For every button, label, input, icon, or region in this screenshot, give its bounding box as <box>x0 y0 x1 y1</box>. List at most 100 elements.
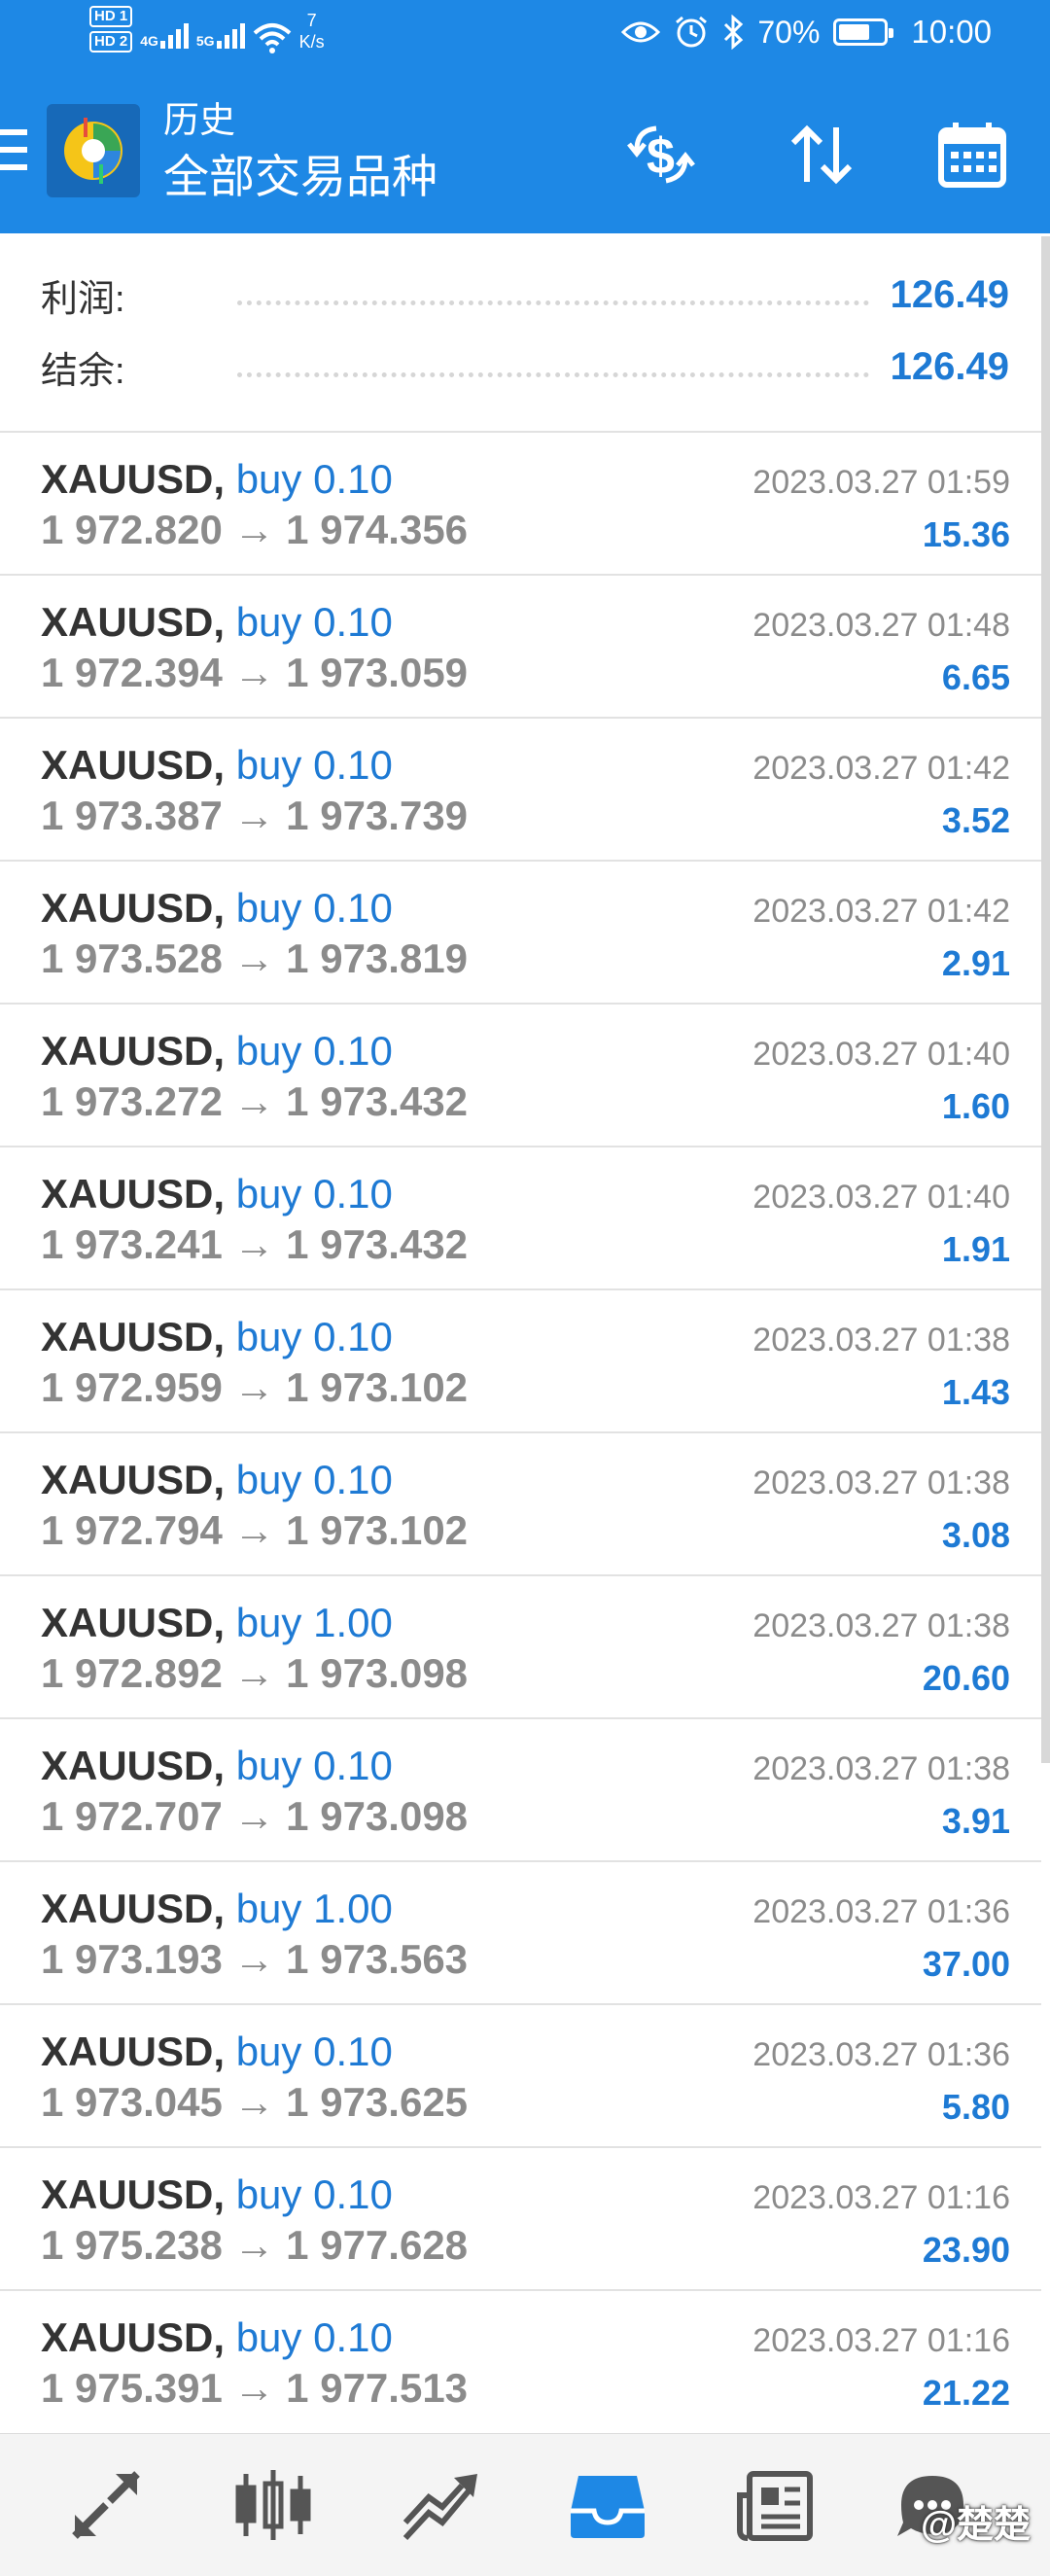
trade-prices: 1 973.045 → 1 973.625 <box>41 2079 469 2125</box>
trade-symbol: XAUUSD, <box>41 1028 226 1074</box>
sig1-label: 4G <box>140 33 158 49</box>
app-logo-graphic <box>64 118 122 184</box>
trade-symbol: XAUUSD, <box>41 2171 226 2217</box>
trade-row[interactable]: XAUUSD, buy 0.10 1 975.238 → 1 977.628 202… <box>0 2146 1041 2289</box>
trade-symbol-line: XAUUSD, buy 0.10 <box>41 1743 393 1789</box>
trade-profit: 3.52 <box>941 800 1010 840</box>
trade-row[interactable]: XAUUSD, buy 0.10 1 973.241 → 1 973.432 202… <box>0 1146 1041 1288</box>
trade-symbol-line: XAUUSD, buy 0.10 <box>41 885 393 932</box>
trade-symbol-line: XAUUSD, buy 0.10 <box>41 1314 393 1360</box>
status-right: 70% 10:00 <box>621 14 992 51</box>
trade-row[interactable]: XAUUSD, buy 0.10 1 972.820 → 1 974.356 202… <box>0 431 1041 574</box>
sort-icon[interactable] <box>783 116 860 194</box>
trade-side: buy 0.10 <box>235 885 393 931</box>
trade-side: buy 1.00 <box>235 1600 393 1645</box>
trade-row[interactable]: XAUUSD, buy 1.00 1 973.193 → 1 973.563 202… <box>0 1860 1041 2003</box>
trade-profit: 23.90 <box>922 2230 1010 2270</box>
summary-panel: 利润: 126.49 结余: 126.49 <box>0 233 1050 431</box>
trade-side: buy 0.10 <box>235 1028 393 1074</box>
bottom-nav: @楚楚 <box>0 2433 1050 2576</box>
balance-row: 结余: 126.49 <box>41 337 1009 396</box>
scrollbar[interactable] <box>1041 236 1050 1763</box>
hd-indicators: HD 1 HD 2 <box>89 6 133 53</box>
battery-percent: 70% <box>757 14 821 50</box>
page-title[interactable]: 全部交易品种 <box>163 147 438 207</box>
trade-profit: 3.91 <box>941 1801 1010 1841</box>
trade-date: 2023.03.27 01:38 <box>752 1750 1010 1787</box>
trade-row[interactable]: XAUUSD, buy 0.10 1 972.959 → 1 973.102 202… <box>0 1288 1041 1431</box>
trade-symbol-line: XAUUSD, buy 0.10 <box>41 2029 393 2075</box>
trade-date: 2023.03.27 01:40 <box>752 1036 1010 1073</box>
trade-symbol: XAUUSD, <box>41 2029 226 2074</box>
history-inbox-icon[interactable] <box>564 2461 651 2549</box>
trade-side: buy 0.10 <box>235 2314 393 2360</box>
trade-prices: 1 972.820 → 1 974.356 <box>41 507 469 552</box>
trade-prices: 1 973.387 → 1 973.739 <box>41 793 469 838</box>
trade-symbol: XAUUSD, <box>41 2314 226 2360</box>
title-block: 历史 全部交易品种 <box>163 98 438 207</box>
trade-symbol-line: XAUUSD, buy 0.10 <box>41 1171 393 1217</box>
calendar-icon[interactable] <box>933 116 1011 194</box>
trade-symbol-line: XAUUSD, buy 0.10 <box>41 742 393 789</box>
trade-date: 2023.03.27 01:48 <box>752 607 1010 644</box>
menu-icon[interactable] <box>0 129 27 170</box>
trade-side: buy 0.10 <box>235 599 393 645</box>
trade-date: 2023.03.27 01:16 <box>752 2322 1010 2359</box>
trade-row[interactable]: XAUUSD, buy 0.10 1 972.794 → 1 973.102 202… <box>0 1431 1041 1574</box>
trade-symbol: XAUUSD, <box>41 1600 226 1645</box>
balance-value: 126.49 <box>890 344 1009 388</box>
trade-symbol: XAUUSD, <box>41 1171 226 1217</box>
trade-symbol: XAUUSD, <box>41 885 226 931</box>
signal-bars-icon <box>216 19 245 49</box>
trade-side: buy 0.10 <box>235 456 393 502</box>
trade-date: 2023.03.27 01:59 <box>752 464 1010 501</box>
net-speed: 7 K/s <box>299 10 325 53</box>
dollar-refresh-icon[interactable]: $ <box>622 116 700 194</box>
trade-date: 2023.03.27 01:42 <box>752 750 1010 787</box>
trade-profit: 3.08 <box>941 1515 1010 1555</box>
trade-symbol-line: XAUUSD, buy 0.10 <box>41 599 393 646</box>
chart-candles-icon[interactable] <box>229 2461 317 2549</box>
trade-row[interactable]: XAUUSD, buy 0.10 1 972.707 → 1 973.098 202… <box>0 1717 1041 1860</box>
trade-profit: 37.00 <box>922 1944 1010 1984</box>
sig2-label: 5G <box>195 33 215 49</box>
trade-profit: 15.36 <box>922 514 1010 554</box>
signal-bars-icon <box>159 19 189 49</box>
trade-prices: 1 973.272 → 1 973.432 <box>41 1078 469 1124</box>
trade-row[interactable]: XAUUSD, buy 0.10 1 972.394 → 1 973.059 202… <box>0 574 1041 717</box>
trade-history-list: XAUUSD, buy 0.10 1 972.820 → 1 974.356 202… <box>0 431 1041 2432</box>
trade-icon[interactable] <box>397 2461 484 2549</box>
trade-profit: 1.91 <box>941 1229 1010 1269</box>
trade-row[interactable]: XAUUSD, buy 1.00 1 972.892 → 1 973.098 202… <box>0 1574 1041 1717</box>
trade-row[interactable]: XAUUSD, buy 0.10 1 973.528 → 1 973.819 202… <box>0 860 1041 1003</box>
dotted-leader <box>237 300 869 305</box>
trade-date: 2023.03.27 01:36 <box>752 1893 1010 1930</box>
quotes-icon[interactable] <box>62 2461 150 2549</box>
trade-side: buy 1.00 <box>235 1886 393 1931</box>
trade-row[interactable]: XAUUSD, buy 0.10 1 973.272 → 1 973.432 202… <box>0 1003 1041 1146</box>
trade-symbol-line: XAUUSD, buy 0.10 <box>41 2314 393 2361</box>
trade-side: buy 0.10 <box>235 742 393 788</box>
app-logo <box>47 104 140 197</box>
trade-symbol-line: XAUUSD, buy 1.00 <box>41 1600 393 1646</box>
trade-symbol: XAUUSD, <box>41 1457 226 1502</box>
speed-value: 7 <box>306 11 317 30</box>
trade-side: buy 0.10 <box>235 1171 393 1217</box>
trade-symbol: XAUUSD, <box>41 1314 226 1359</box>
trade-prices: 1 975.391 → 1 977.513 <box>41 2365 469 2411</box>
trade-prices: 1 973.528 → 1 973.819 <box>41 935 469 981</box>
trade-profit: 2.91 <box>941 943 1010 983</box>
trade-row[interactable]: XAUUSD, buy 0.10 1 973.045 → 1 973.625 202… <box>0 2003 1041 2146</box>
trade-row[interactable]: XAUUSD, buy 0.10 1 975.391 → 1 977.513 202… <box>0 2289 1041 2432</box>
trade-symbol: XAUUSD, <box>41 1886 226 1931</box>
trade-prices: 1 972.794 → 1 973.102 <box>41 1507 469 1553</box>
trade-prices: 1 973.241 → 1 973.432 <box>41 1221 469 1267</box>
eye-icon <box>621 21 661 43</box>
news-icon[interactable] <box>731 2461 819 2549</box>
trade-row[interactable]: XAUUSD, buy 0.10 1 973.387 → 1 973.739 202… <box>0 717 1041 860</box>
profit-row: 利润: 126.49 <box>41 265 1009 324</box>
trade-profit: 6.65 <box>941 657 1010 697</box>
trade-date: 2023.03.27 01:38 <box>752 1322 1010 1359</box>
trade-prices: 1 972.394 → 1 973.059 <box>41 650 469 695</box>
trade-symbol: XAUUSD, <box>41 742 226 788</box>
